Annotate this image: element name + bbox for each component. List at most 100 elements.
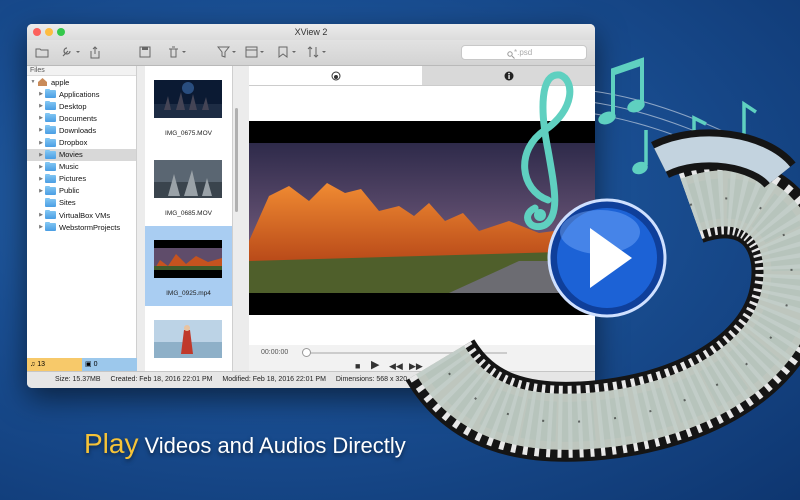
folder-icon [45, 137, 56, 147]
sidebar-item-label: Downloads [59, 125, 97, 135]
sidebar-item-desktop[interactable]: ▶ Desktop [27, 100, 136, 112]
tagline-text: Videos and Audios Directly [144, 433, 406, 458]
sidebar-item-label: VirtualBox VMs [59, 210, 111, 220]
tools-icon[interactable] [61, 46, 81, 60]
sidebar-item-label: Movies [59, 150, 83, 160]
sidebar-item-label: Desktop [59, 101, 87, 111]
thumbnail-item-selected[interactable]: IMG_0925.mp4 [145, 226, 232, 306]
title-bar: XView 2 [27, 24, 595, 40]
sidebar-item-downloads[interactable]: ▶ Downloads [27, 124, 136, 136]
file-modified: Modified: Feb 18, 2016 22:01 PM [222, 376, 326, 383]
file-dimensions: Dimensions: 568 x 320 [335, 376, 408, 383]
seek-handle[interactable] [302, 348, 311, 357]
sidebar-item-music[interactable]: ▶ Music [27, 161, 136, 173]
zoom-button[interactable] [57, 28, 65, 36]
expand-arrow-icon[interactable]: ▼ [29, 79, 37, 85]
expand-arrow-icon[interactable]: ▶ [37, 91, 45, 97]
sidebar-item-documents[interactable]: ▶ Documents [27, 112, 136, 124]
thumbnail-scrollbar[interactable] [235, 108, 238, 212]
folder-icon [45, 125, 56, 135]
save-icon[interactable] [139, 46, 151, 60]
sidebar-item-label: Sites [59, 198, 76, 208]
file-size: Size: 15.37MB [55, 376, 101, 383]
trash-icon[interactable] [167, 46, 189, 60]
folder-icon [45, 161, 56, 171]
file-duration: Dura [417, 376, 433, 383]
sidebar: Files ▼ apple ▶ Applications ▶ Desktop ▶ Docu… [27, 66, 137, 358]
thumbnail-caption: IMG_0675.MOV [165, 130, 212, 137]
seek-track[interactable] [307, 352, 507, 354]
tab-preview[interactable] [249, 66, 422, 85]
tagline-highlight: Play [84, 428, 139, 459]
play-icon[interactable]: ▶ [371, 358, 379, 371]
expand-arrow-icon[interactable]: ▶ [37, 152, 45, 158]
thumbnail-item[interactable] [145, 306, 232, 371]
traffic-lights [33, 28, 65, 36]
video-frame[interactable] [249, 121, 595, 315]
folder-icon [45, 173, 56, 183]
folder-tree: ▶ Applications ▶ Desktop ▶ Documents ▶ Download… [27, 88, 136, 233]
thumbnail-caption: IMG_0925.mp4 [166, 290, 211, 297]
expand-arrow-icon[interactable]: ▶ [37, 212, 45, 218]
close-button[interactable] [33, 28, 41, 36]
sidebar-item-webstormprojects[interactable]: ▶ WebstormProjects [27, 221, 136, 233]
xview-window: XView 2 *.psd Files ▼ apple ▶ Applicatio… [27, 24, 595, 388]
sidebar-item-pictures[interactable]: ▶ Pictures [27, 173, 136, 185]
thumbnail-item[interactable]: IMG_0675.MOV [145, 66, 232, 146]
sidebar-root[interactable]: ▼ apple [27, 76, 136, 88]
sidebar-root-label: apple [51, 77, 70, 87]
home-icon [37, 77, 48, 88]
expand-arrow-icon[interactable]: ▶ [37, 188, 45, 194]
folder-icon [45, 149, 56, 159]
file-info-bar: Size: 15.37MB Created: Feb 18, 2016 22:0… [27, 371, 595, 388]
expand-arrow-icon[interactable]: ▶ [37, 103, 45, 109]
search-input[interactable]: *.psd [461, 45, 587, 60]
minimize-button[interactable] [45, 28, 53, 36]
tab-info[interactable] [422, 66, 595, 85]
sidebar-item-virtualbox-vms[interactable]: ▶ VirtualBox VMs [27, 209, 136, 221]
thumbnail-item[interactable]: IMG_0685.MOV [145, 146, 232, 226]
folder-icon [45, 89, 56, 99]
expand-arrow-icon[interactable]: ▶ [37, 115, 45, 121]
folder-icon [45, 222, 56, 232]
sidebar-item-public[interactable]: ▶ Public [27, 185, 136, 197]
sidebar-item-label: Pictures [59, 174, 87, 184]
expand-arrow-icon[interactable]: ▶ [37, 176, 45, 182]
filter-icon[interactable] [217, 46, 239, 60]
thumbnail-image [154, 160, 222, 198]
folder-icon[interactable] [35, 46, 49, 60]
sidebar-item-label: Documents [59, 113, 97, 123]
sidebar-item-label: Dropbox [59, 138, 88, 148]
expand-arrow-icon[interactable]: ▶ [37, 140, 45, 146]
sidebar-item-applications[interactable]: ▶ Applications [27, 88, 136, 100]
image-count-value: 0 [93, 361, 98, 368]
preview-tab-icon [331, 71, 340, 80]
sidebar-item-sites[interactable]: Sites [27, 197, 136, 209]
toolbar: *.psd [27, 40, 595, 66]
file-created: Created: Feb 18, 2016 22:01 PM [110, 376, 213, 383]
expand-arrow-icon[interactable]: ▶ [37, 164, 45, 170]
sort-icon[interactable] [307, 46, 329, 60]
music-notes-icon [598, 57, 757, 175]
folder-icon [45, 113, 56, 123]
stop-icon[interactable]: ■ [355, 361, 360, 371]
info-icon [504, 71, 513, 80]
sidebar-item-dropbox[interactable]: ▶ Dropbox [27, 136, 136, 148]
thumbnail-image [154, 240, 222, 278]
sidebar-item-movies[interactable]: ▶ Movies [27, 148, 136, 161]
expand-arrow-icon[interactable]: ▶ [37, 224, 45, 230]
image-count: ▣ 0 [82, 358, 137, 371]
folder-icon [45, 197, 56, 207]
sidebar-header: Files [27, 66, 136, 76]
view-mode-icon[interactable] [245, 46, 267, 60]
expand-arrow-icon[interactable]: ▶ [37, 127, 45, 133]
thumbnail-image [154, 80, 222, 118]
bookmark-icon[interactable] [277, 46, 299, 60]
player-controls: 00:00:00 ■ ▶ ◀◀ ▶▶ [249, 345, 595, 373]
preview-pane: 00:00:00 ■ ▶ ◀◀ ▶▶ [249, 66, 595, 373]
media-counts: ♫ 13 ▣ 0 [27, 358, 137, 371]
sidebar-item-label: Public [59, 186, 80, 196]
share-icon[interactable] [89, 46, 101, 60]
search-icon [507, 51, 515, 59]
window-title: XView 2 [294, 27, 328, 37]
